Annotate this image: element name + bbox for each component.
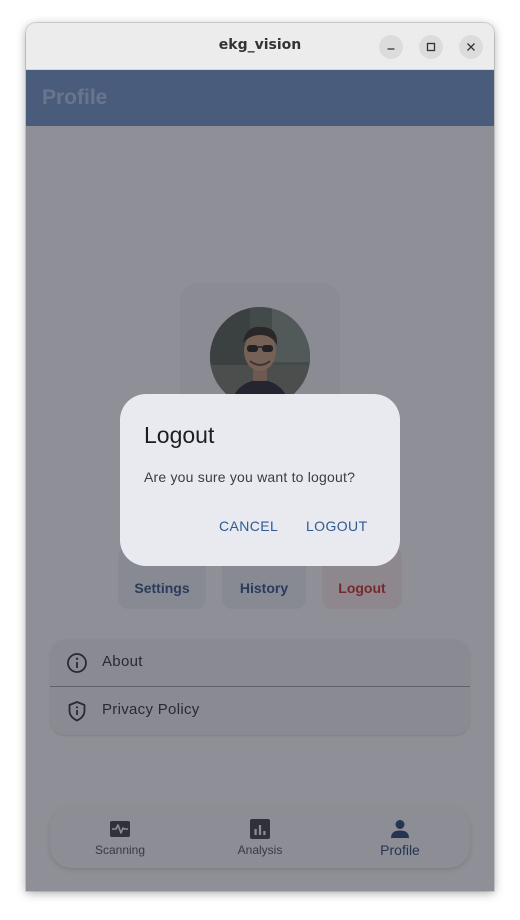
logout-dialog: Logout Are you sure you want to logout? …	[120, 394, 400, 566]
maximize-button[interactable]	[419, 35, 443, 59]
maximize-icon	[426, 42, 436, 52]
dialog-title: Logout	[144, 422, 215, 448]
app-window: ekg_vision Profile	[26, 23, 494, 891]
close-icon	[467, 43, 475, 51]
close-button[interactable]	[459, 35, 483, 59]
confirm-logout-button[interactable]: LOGOUT	[306, 518, 368, 534]
minimize-button[interactable]	[379, 35, 403, 59]
dialog-message: Are you sure you want to logout?	[144, 469, 356, 485]
minimize-icon	[387, 48, 395, 50]
cancel-button[interactable]: CANCEL	[219, 518, 278, 534]
window-titlebar[interactable]: ekg_vision	[26, 23, 494, 70]
